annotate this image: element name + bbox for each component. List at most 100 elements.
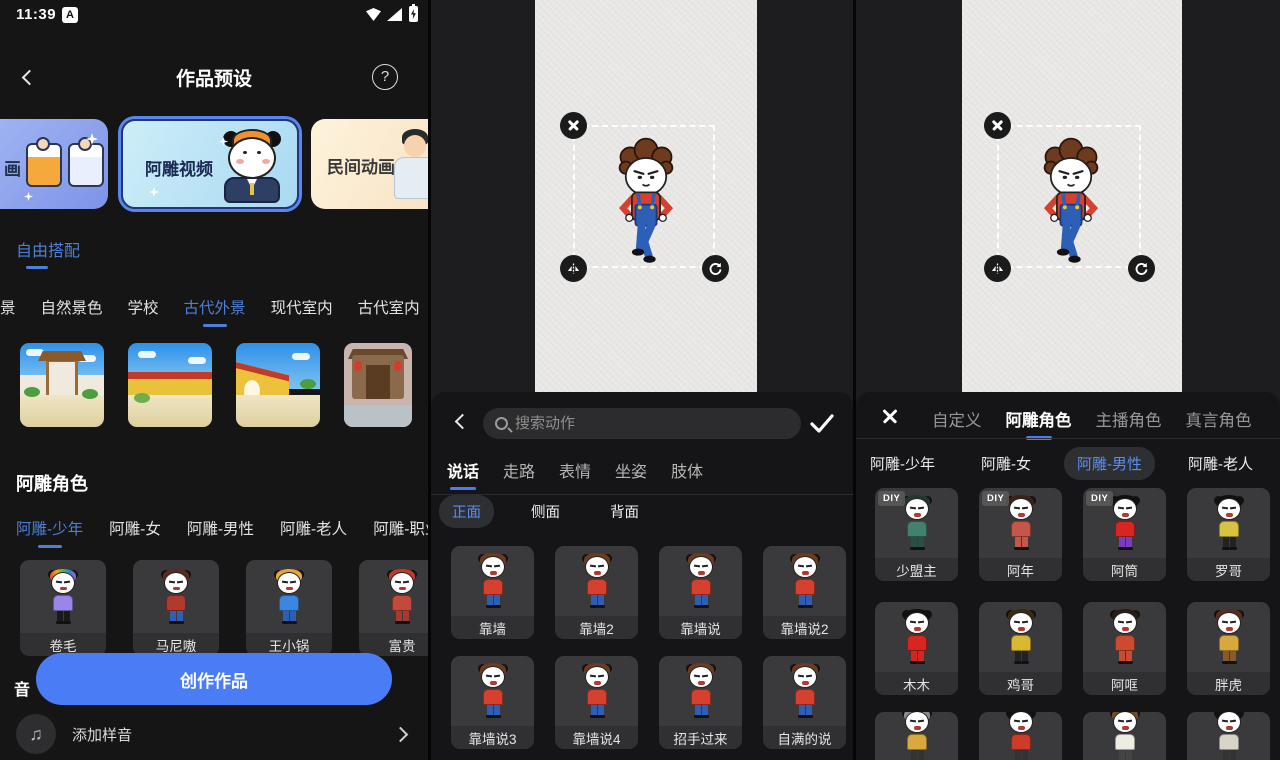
tab-adiao-teen[interactable]: 阿雕-少年	[857, 447, 948, 480]
rotate-icon[interactable]	[1128, 255, 1155, 282]
help-icon[interactable]: ?	[372, 64, 398, 90]
character-grid: 卷毛 马尼嗷 王小锅 富贵	[20, 560, 428, 656]
tab-zhenyan-roles[interactable]: 真言角色	[1186, 407, 1252, 431]
action-card[interactable]: 自满的说	[763, 656, 846, 749]
search-icon	[495, 417, 508, 430]
tab-adiao-roles[interactable]: 阿雕角色	[1006, 407, 1072, 431]
role-card[interactable]: DIY 少盟主	[875, 488, 958, 581]
role-name: 少盟主	[875, 558, 958, 581]
canvas-character[interactable]	[601, 136, 691, 268]
role-card[interactable]	[979, 712, 1062, 760]
scene-thumbnails	[20, 343, 412, 427]
flip-icon[interactable]	[560, 255, 587, 282]
tab-sitting[interactable]: 坐姿	[615, 458, 647, 482]
tab-host-roles[interactable]: 主播角色	[1096, 407, 1162, 431]
canvas-character[interactable]	[1026, 136, 1116, 268]
role-card[interactable]	[875, 712, 958, 760]
back-chevron-icon	[455, 414, 471, 430]
create-work-button[interactable]: 创作作品	[36, 653, 392, 705]
chevron-right-icon	[395, 727, 406, 745]
action-category-tabs: 说话 走路 表情 坐姿 肢体	[447, 458, 703, 482]
tab-adiao-male[interactable]: 阿雕-男性	[1064, 447, 1155, 480]
free-match-label[interactable]: 自由搭配	[16, 237, 80, 261]
battery-icon	[409, 6, 418, 22]
role-card[interactable]: 木木	[875, 602, 958, 695]
role-card[interactable]: DIY 阿筒	[1083, 488, 1166, 581]
action-card[interactable]: 靠墙说4	[555, 656, 638, 749]
action-grid-row: 靠墙说3 靠墙说4 招手过来 自满的说	[451, 656, 846, 749]
tab-scene-ancient-outdoor[interactable]: 古代外景	[184, 296, 246, 318]
mini-character	[271, 569, 307, 625]
role-card[interactable]: DIY 阿年	[979, 488, 1062, 581]
action-card[interactable]: 靠墙说3	[451, 656, 534, 749]
tab-speak[interactable]: 说话	[447, 458, 479, 482]
preview-canvas[interactable]	[535, 0, 757, 392]
character-card[interactable]: 王小锅	[246, 560, 332, 656]
action-card[interactable]: 靠墙说	[659, 546, 742, 639]
tab-role-profession[interactable]: 阿雕-职业	[373, 517, 428, 539]
action-card[interactable]: 靠墙说2	[763, 546, 846, 639]
action-card[interactable]: 招手过来	[659, 656, 742, 749]
tab-front[interactable]: 正面	[439, 495, 494, 528]
delete-icon[interactable]	[984, 112, 1011, 139]
add-sample-audio-row[interactable]: ♫ 添加样音	[0, 712, 428, 756]
tab-role-elder[interactable]: 阿雕-老人	[280, 517, 347, 539]
delete-icon[interactable]	[560, 112, 587, 139]
rotate-icon[interactable]	[702, 255, 729, 282]
role-section-title: 阿雕角色	[16, 470, 88, 496]
action-grid-row: 靠墙 靠墙2 靠墙说 靠墙说2	[451, 546, 846, 639]
role-grid-row-partial	[875, 712, 1270, 760]
tab-side[interactable]: 侧面	[518, 495, 573, 528]
role-card[interactable]	[1083, 712, 1166, 760]
tab-adiao-elder[interactable]: 阿雕-老人	[1175, 447, 1266, 480]
scene-thumb-wall-gate[interactable]	[236, 343, 320, 427]
preset-card-folk-animation[interactable]: 民间动画	[311, 119, 428, 209]
tab-back[interactable]: 背面	[597, 495, 652, 528]
action-card[interactable]: 靠墙2	[555, 546, 638, 639]
tab-adiao-female[interactable]: 阿雕-女	[968, 447, 1044, 480]
mini-character	[579, 663, 615, 719]
scene-thumb-shopfront[interactable]	[344, 343, 412, 427]
character-card[interactable]: 卷毛	[20, 560, 106, 656]
close-icon[interactable]	[880, 406, 900, 426]
character-card[interactable]: 富贵	[359, 560, 428, 656]
tab-walk[interactable]: 走路	[503, 458, 535, 482]
tab-custom[interactable]: 自定义	[932, 407, 982, 431]
tab-scene-school[interactable]: 学校	[128, 296, 159, 318]
mini-character	[787, 553, 823, 609]
tab-scene-modern-indoor[interactable]: 现代室内	[271, 296, 333, 318]
role-name: 罗哥	[1187, 558, 1270, 581]
sheet-back-button[interactable]	[457, 414, 468, 432]
tab-expression[interactable]: 表情	[559, 458, 591, 482]
tab-role-teen[interactable]: 阿雕-少年	[16, 517, 83, 539]
tab-scene-ancient-indoor[interactable]: 古代室内	[358, 296, 420, 318]
action-name: 靠墙	[451, 616, 534, 639]
scene-thumb-yellow-wall[interactable]	[128, 343, 212, 427]
role-card[interactable]: 胖虎	[1187, 602, 1270, 695]
role-card[interactable]: 阿哐	[1083, 602, 1166, 695]
search-input[interactable]	[515, 415, 789, 432]
preset-card-sleep-animation[interactable]: 画	[0, 119, 108, 209]
role-card[interactable]	[1187, 712, 1270, 760]
diy-badge: DIY	[982, 491, 1009, 506]
tab-scene-nature[interactable]: 自然景色	[41, 296, 103, 318]
role-card[interactable]: 罗哥	[1187, 488, 1270, 581]
search-bar[interactable]	[483, 408, 801, 439]
flip-icon[interactable]	[984, 255, 1011, 282]
tab-body[interactable]: 肢体	[671, 458, 703, 482]
preset-card-label: 民间动画	[327, 153, 395, 178]
action-card[interactable]: 靠墙	[451, 546, 534, 639]
mini-character	[683, 553, 719, 609]
scene-thumb-gate[interactable]	[20, 343, 104, 427]
signal-icon	[387, 8, 402, 21]
tab-role-female[interactable]: 阿雕-女	[109, 517, 161, 539]
character-card[interactable]: 马尼嗷	[133, 560, 219, 656]
role-name: 胖虎	[1187, 672, 1270, 695]
mini-character	[1211, 609, 1247, 665]
tab-role-male[interactable]: 阿雕-男性	[187, 517, 254, 539]
preset-card-adiao-video[interactable]: 阿雕视频	[121, 119, 299, 209]
preview-canvas[interactable]	[962, 0, 1182, 392]
confirm-check-icon[interactable]	[809, 412, 835, 439]
role-card[interactable]: 鸡哥	[979, 602, 1062, 695]
tab-scene-cut[interactable]: 景	[0, 296, 16, 318]
